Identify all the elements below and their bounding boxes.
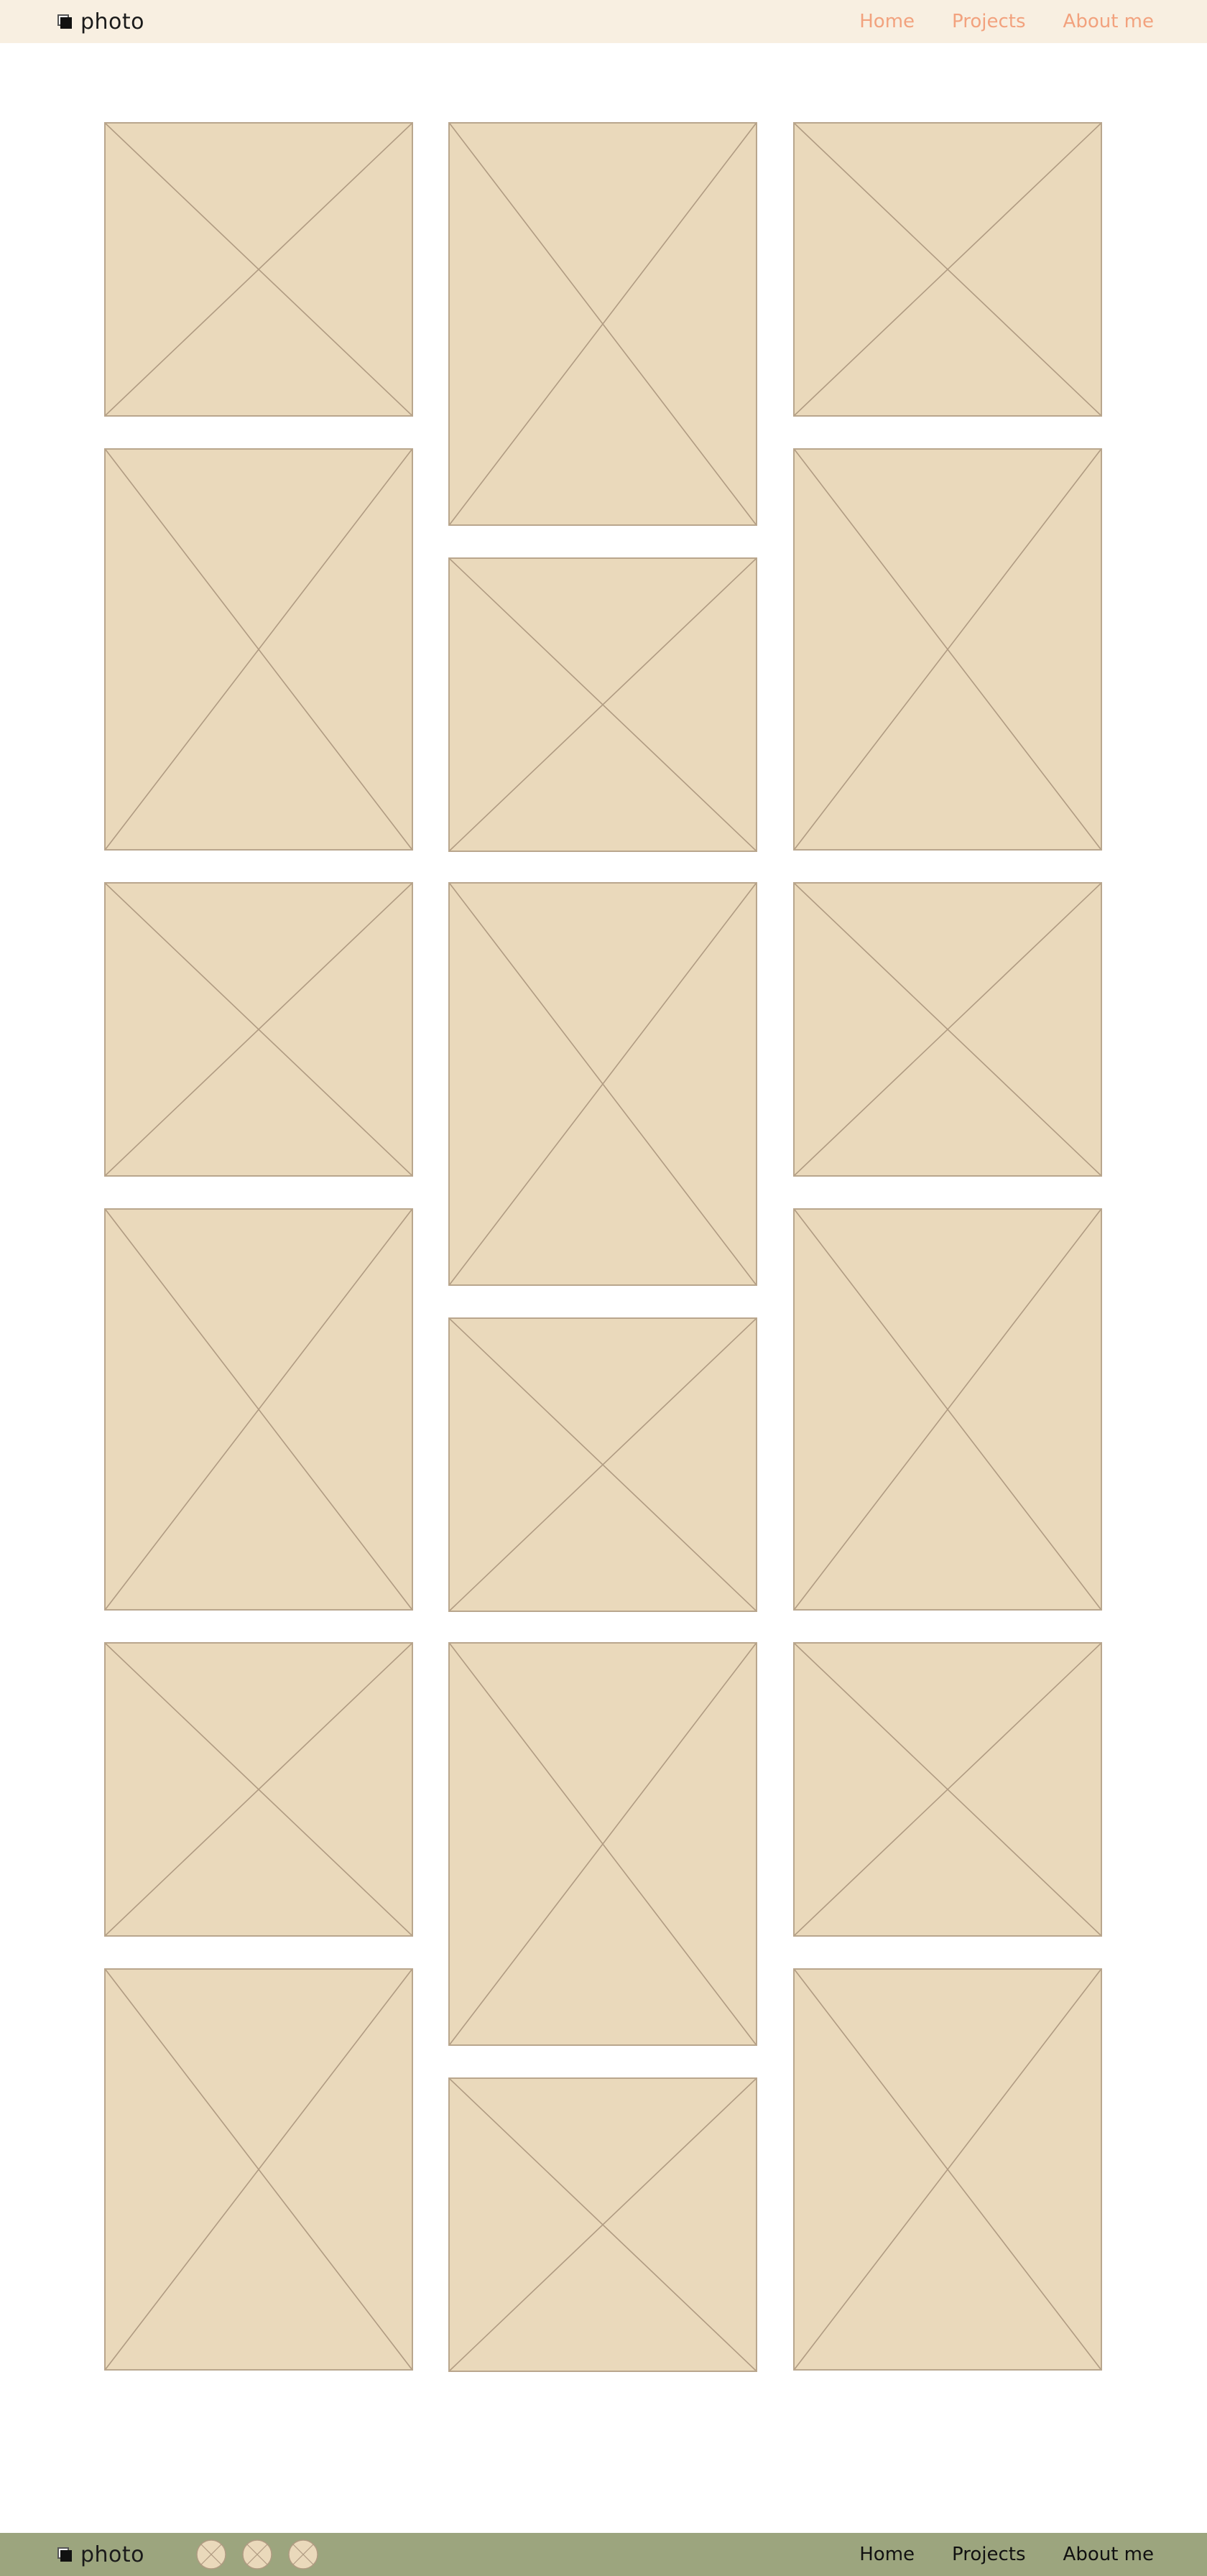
logo-icon bbox=[57, 2547, 72, 2562]
gallery-image[interactable] bbox=[793, 122, 1102, 417]
nav-home-link[interactable]: Home bbox=[859, 11, 915, 32]
image-placeholder-icon bbox=[106, 450, 412, 849]
image-placeholder-icon bbox=[795, 450, 1101, 849]
gallery-image[interactable] bbox=[793, 1642, 1102, 1937]
gallery-image[interactable] bbox=[448, 122, 757, 526]
image-placeholder-icon bbox=[106, 1644, 412, 1935]
gallery-image[interactable] bbox=[104, 1208, 413, 1611]
nav-about-link[interactable]: About me bbox=[1063, 2544, 1154, 2565]
image-placeholder-icon bbox=[450, 2079, 756, 2371]
image-placeholder-icon bbox=[450, 124, 756, 524]
photo-gallery bbox=[0, 0, 1207, 2576]
gallery-image[interactable] bbox=[448, 1642, 757, 2046]
social-placeholder-icon[interactable] bbox=[195, 2539, 227, 2570]
site-header: photo Home Projects About me bbox=[0, 0, 1207, 43]
image-placeholder-icon bbox=[106, 884, 412, 1175]
header-nav: Home Projects About me bbox=[859, 0, 1154, 43]
gallery-image[interactable] bbox=[448, 2077, 757, 2372]
social-placeholder-icon[interactable] bbox=[287, 2539, 319, 2570]
gallery-image[interactable] bbox=[793, 882, 1102, 1177]
gallery-image[interactable] bbox=[793, 448, 1102, 851]
gallery-image[interactable] bbox=[448, 882, 757, 1286]
gallery-image[interactable] bbox=[104, 448, 413, 851]
logo-text: photo bbox=[80, 2542, 145, 2567]
image-placeholder-icon bbox=[795, 884, 1101, 1175]
gallery-image[interactable] bbox=[448, 1317, 757, 1612]
gallery-image[interactable] bbox=[104, 1968, 413, 2371]
image-placeholder-icon bbox=[795, 1970, 1101, 2369]
image-placeholder-icon bbox=[106, 1210, 412, 1609]
logo-icon bbox=[57, 14, 72, 29]
gallery-image[interactable] bbox=[793, 1968, 1102, 2371]
social-placeholder-icon[interactable] bbox=[241, 2539, 273, 2570]
footer-logo[interactable]: photo bbox=[57, 2533, 144, 2576]
image-placeholder-icon bbox=[795, 1644, 1101, 1935]
page: photo Home Projects About me photo Home … bbox=[0, 0, 1207, 2576]
header-logo[interactable]: photo bbox=[57, 0, 144, 43]
footer-nav: Home Projects About me bbox=[859, 2533, 1154, 2576]
gallery-image[interactable] bbox=[793, 1208, 1102, 1611]
image-placeholder-icon bbox=[450, 559, 756, 851]
site-footer: photo Home Projects About me bbox=[0, 2533, 1207, 2576]
gallery-image[interactable] bbox=[448, 557, 757, 852]
nav-home-link[interactable]: Home bbox=[859, 2544, 915, 2565]
nav-projects-link[interactable]: Projects bbox=[952, 11, 1026, 32]
image-placeholder-icon bbox=[106, 1970, 412, 2369]
logo-text: photo bbox=[80, 9, 145, 34]
image-placeholder-icon bbox=[106, 124, 412, 415]
image-placeholder-icon bbox=[450, 884, 756, 1284]
gallery-image[interactable] bbox=[104, 1642, 413, 1937]
nav-projects-link[interactable]: Projects bbox=[952, 2544, 1026, 2565]
image-placeholder-icon bbox=[450, 1644, 756, 2044]
gallery-image[interactable] bbox=[104, 882, 413, 1177]
image-placeholder-icon bbox=[450, 1319, 756, 1611]
social-links bbox=[195, 2533, 319, 2576]
nav-about-link[interactable]: About me bbox=[1063, 11, 1154, 32]
image-placeholder-icon bbox=[795, 1210, 1101, 1609]
gallery-image[interactable] bbox=[104, 122, 413, 417]
image-placeholder-icon bbox=[795, 124, 1101, 415]
